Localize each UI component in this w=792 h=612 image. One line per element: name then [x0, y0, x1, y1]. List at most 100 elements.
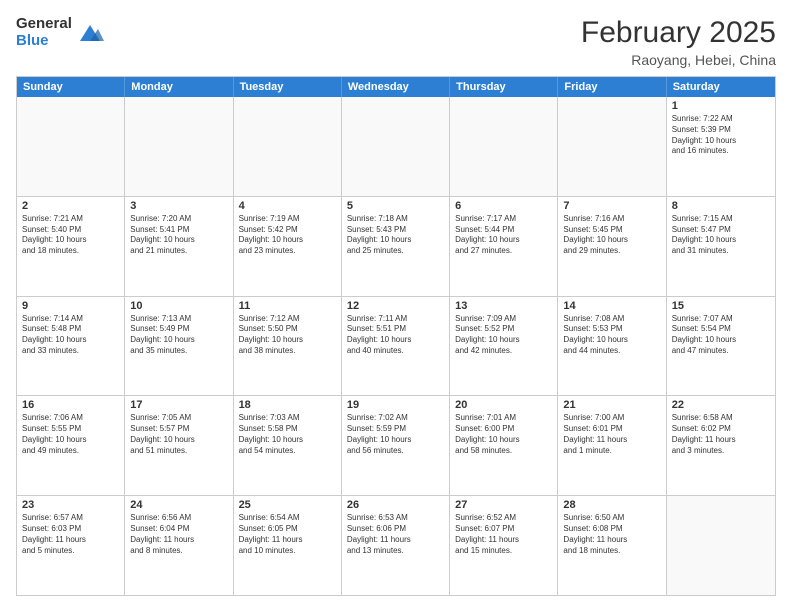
day-number: 10: [130, 300, 227, 312]
day-info: Sunrise: 7:00 AM Sunset: 6:01 PM Dayligh…: [563, 413, 660, 456]
day-info: Sunrise: 7:20 AM Sunset: 5:41 PM Dayligh…: [130, 214, 227, 257]
cal-cell-4-4: 27 Sunrise: 6:52 AM Sunset: 6:07 PM Dayli…: [450, 496, 558, 595]
day-number: 17: [130, 399, 227, 411]
day-number: 3: [130, 200, 227, 212]
cal-cell-3-5: 21 Sunrise: 7:00 AM Sunset: 6:01 PM Dayli…: [558, 396, 666, 495]
cal-cell-2-5: 14Sunrise: 7:08 AM Sunset: 5:53 PM Dayli…: [558, 297, 666, 396]
header: General Blue February 2025 Raoyang, Hebe…: [16, 16, 776, 68]
cal-cell-4-3: 26 Sunrise: 6:53 AM Sunset: 6:06 PM Dayli…: [342, 496, 450, 595]
cal-cell-0-1: [125, 97, 233, 196]
logo-general: General: [16, 16, 72, 33]
location: Raoyang, Hebei, China: [581, 52, 776, 68]
header-day-wednesday: Wednesday: [342, 77, 450, 97]
cal-cell-2-6: 15 Sunrise: 7:07 AM Sunset: 5:54 PM Dayli…: [667, 297, 775, 396]
day-info: Sunrise: 6:56 AM Sunset: 6:04 PM Dayligh…: [130, 513, 227, 556]
calendar-body: 1Sunrise: 7:22 AM Sunset: 5:39 PM Daylig…: [17, 97, 775, 595]
day-number: 26: [347, 499, 444, 511]
day-info: Sunrise: 7:16 AM Sunset: 5:45 PM Dayligh…: [563, 214, 660, 257]
cal-cell-0-0: [17, 97, 125, 196]
day-number: 23: [22, 499, 119, 511]
calendar-row-1: 2 Sunrise: 7:21 AM Sunset: 5:40 PM Daylig…: [17, 196, 775, 296]
header-day-saturday: Saturday: [667, 77, 775, 97]
day-info: Sunrise: 7:15 AM Sunset: 5:47 PM Dayligh…: [672, 214, 770, 257]
day-number: 22: [672, 399, 770, 411]
day-info: Sunrise: 7:05 AM Sunset: 5:57 PM Dayligh…: [130, 413, 227, 456]
cal-cell-0-2: [234, 97, 342, 196]
header-day-thursday: Thursday: [450, 77, 558, 97]
cal-cell-3-4: 20 Sunrise: 7:01 AM Sunset: 6:00 PM Dayli…: [450, 396, 558, 495]
cal-cell-1-1: 3 Sunrise: 7:20 AM Sunset: 5:41 PM Daylig…: [125, 197, 233, 296]
cal-cell-3-3: 19Sunrise: 7:02 AM Sunset: 5:59 PM Dayli…: [342, 396, 450, 495]
day-number: 11: [239, 300, 336, 312]
day-number: 15: [672, 300, 770, 312]
cal-cell-4-2: 25 Sunrise: 6:54 AM Sunset: 6:05 PM Dayli…: [234, 496, 342, 595]
day-number: 27: [455, 499, 552, 511]
cal-cell-0-4: [450, 97, 558, 196]
calendar-header: SundayMondayTuesdayWednesdayThursdayFrid…: [17, 77, 775, 97]
day-info: Sunrise: 6:53 AM Sunset: 6:06 PM Dayligh…: [347, 513, 444, 556]
cal-cell-2-0: 9 Sunrise: 7:14 AM Sunset: 5:48 PM Daylig…: [17, 297, 125, 396]
day-info: Sunrise: 7:21 AM Sunset: 5:40 PM Dayligh…: [22, 214, 119, 257]
day-number: 5: [347, 200, 444, 212]
day-number: 6: [455, 200, 552, 212]
day-number: 28: [563, 499, 660, 511]
cal-cell-1-4: 6 Sunrise: 7:17 AM Sunset: 5:44 PM Daylig…: [450, 197, 558, 296]
cal-cell-2-4: 13Sunrise: 7:09 AM Sunset: 5:52 PM Dayli…: [450, 297, 558, 396]
day-number: 19: [347, 399, 444, 411]
cal-cell-3-6: 22Sunrise: 6:58 AM Sunset: 6:02 PM Dayli…: [667, 396, 775, 495]
day-info: Sunrise: 7:11 AM Sunset: 5:51 PM Dayligh…: [347, 314, 444, 357]
calendar-row-2: 9 Sunrise: 7:14 AM Sunset: 5:48 PM Daylig…: [17, 296, 775, 396]
cal-cell-4-5: 28Sunrise: 6:50 AM Sunset: 6:08 PM Dayli…: [558, 496, 666, 595]
cal-cell-1-2: 4 Sunrise: 7:19 AM Sunset: 5:42 PM Daylig…: [234, 197, 342, 296]
calendar: SundayMondayTuesdayWednesdayThursdayFrid…: [16, 76, 776, 596]
day-number: 18: [239, 399, 336, 411]
calendar-row-3: 16Sunrise: 7:06 AM Sunset: 5:55 PM Dayli…: [17, 395, 775, 495]
day-number: 2: [22, 200, 119, 212]
day-number: 4: [239, 200, 336, 212]
cal-cell-4-6: [667, 496, 775, 595]
cal-cell-3-2: 18Sunrise: 7:03 AM Sunset: 5:58 PM Dayli…: [234, 396, 342, 495]
cal-cell-1-6: 8 Sunrise: 7:15 AM Sunset: 5:47 PM Daylig…: [667, 197, 775, 296]
cal-cell-0-3: [342, 97, 450, 196]
cal-cell-1-3: 5 Sunrise: 7:18 AM Sunset: 5:43 PM Daylig…: [342, 197, 450, 296]
day-info: Sunrise: 6:57 AM Sunset: 6:03 PM Dayligh…: [22, 513, 119, 556]
cal-cell-3-0: 16Sunrise: 7:06 AM Sunset: 5:55 PM Dayli…: [17, 396, 125, 495]
cal-cell-2-2: 11 Sunrise: 7:12 AM Sunset: 5:50 PM Dayli…: [234, 297, 342, 396]
day-info: Sunrise: 7:01 AM Sunset: 6:00 PM Dayligh…: [455, 413, 552, 456]
day-number: 9: [22, 300, 119, 312]
day-info: Sunrise: 7:09 AM Sunset: 5:52 PM Dayligh…: [455, 314, 552, 357]
month-year: February 2025: [581, 16, 776, 50]
day-info: Sunrise: 7:18 AM Sunset: 5:43 PM Dayligh…: [347, 214, 444, 257]
day-info: Sunrise: 7:13 AM Sunset: 5:49 PM Dayligh…: [130, 314, 227, 357]
cal-cell-2-3: 12Sunrise: 7:11 AM Sunset: 5:51 PM Dayli…: [342, 297, 450, 396]
day-info: Sunrise: 7:14 AM Sunset: 5:48 PM Dayligh…: [22, 314, 119, 357]
day-number: 24: [130, 499, 227, 511]
day-number: 8: [672, 200, 770, 212]
title-block: February 2025 Raoyang, Hebei, China: [581, 16, 776, 68]
cal-cell-4-0: 23 Sunrise: 6:57 AM Sunset: 6:03 PM Dayli…: [17, 496, 125, 595]
calendar-row-0: 1Sunrise: 7:22 AM Sunset: 5:39 PM Daylig…: [17, 97, 775, 196]
page: General Blue February 2025 Raoyang, Hebe…: [0, 0, 792, 612]
day-number: 20: [455, 399, 552, 411]
day-info: Sunrise: 7:22 AM Sunset: 5:39 PM Dayligh…: [672, 114, 770, 157]
logo: General Blue: [16, 16, 104, 49]
header-day-tuesday: Tuesday: [234, 77, 342, 97]
day-info: Sunrise: 7:08 AM Sunset: 5:53 PM Dayligh…: [563, 314, 660, 357]
cal-cell-3-1: 17 Sunrise: 7:05 AM Sunset: 5:57 PM Dayli…: [125, 396, 233, 495]
day-info: Sunrise: 6:52 AM Sunset: 6:07 PM Dayligh…: [455, 513, 552, 556]
logo-blue: Blue: [16, 33, 72, 50]
day-info: Sunrise: 6:54 AM Sunset: 6:05 PM Dayligh…: [239, 513, 336, 556]
calendar-row-4: 23 Sunrise: 6:57 AM Sunset: 6:03 PM Dayli…: [17, 495, 775, 595]
header-day-monday: Monday: [125, 77, 233, 97]
cal-cell-1-0: 2 Sunrise: 7:21 AM Sunset: 5:40 PM Daylig…: [17, 197, 125, 296]
day-info: Sunrise: 7:12 AM Sunset: 5:50 PM Dayligh…: [239, 314, 336, 357]
day-info: Sunrise: 7:19 AM Sunset: 5:42 PM Dayligh…: [239, 214, 336, 257]
day-number: 7: [563, 200, 660, 212]
day-info: Sunrise: 7:17 AM Sunset: 5:44 PM Dayligh…: [455, 214, 552, 257]
day-number: 25: [239, 499, 336, 511]
day-number: 21: [563, 399, 660, 411]
header-day-sunday: Sunday: [17, 77, 125, 97]
cal-cell-0-6: 1Sunrise: 7:22 AM Sunset: 5:39 PM Daylig…: [667, 97, 775, 196]
cal-cell-0-5: [558, 97, 666, 196]
day-info: Sunrise: 7:07 AM Sunset: 5:54 PM Dayligh…: [672, 314, 770, 357]
